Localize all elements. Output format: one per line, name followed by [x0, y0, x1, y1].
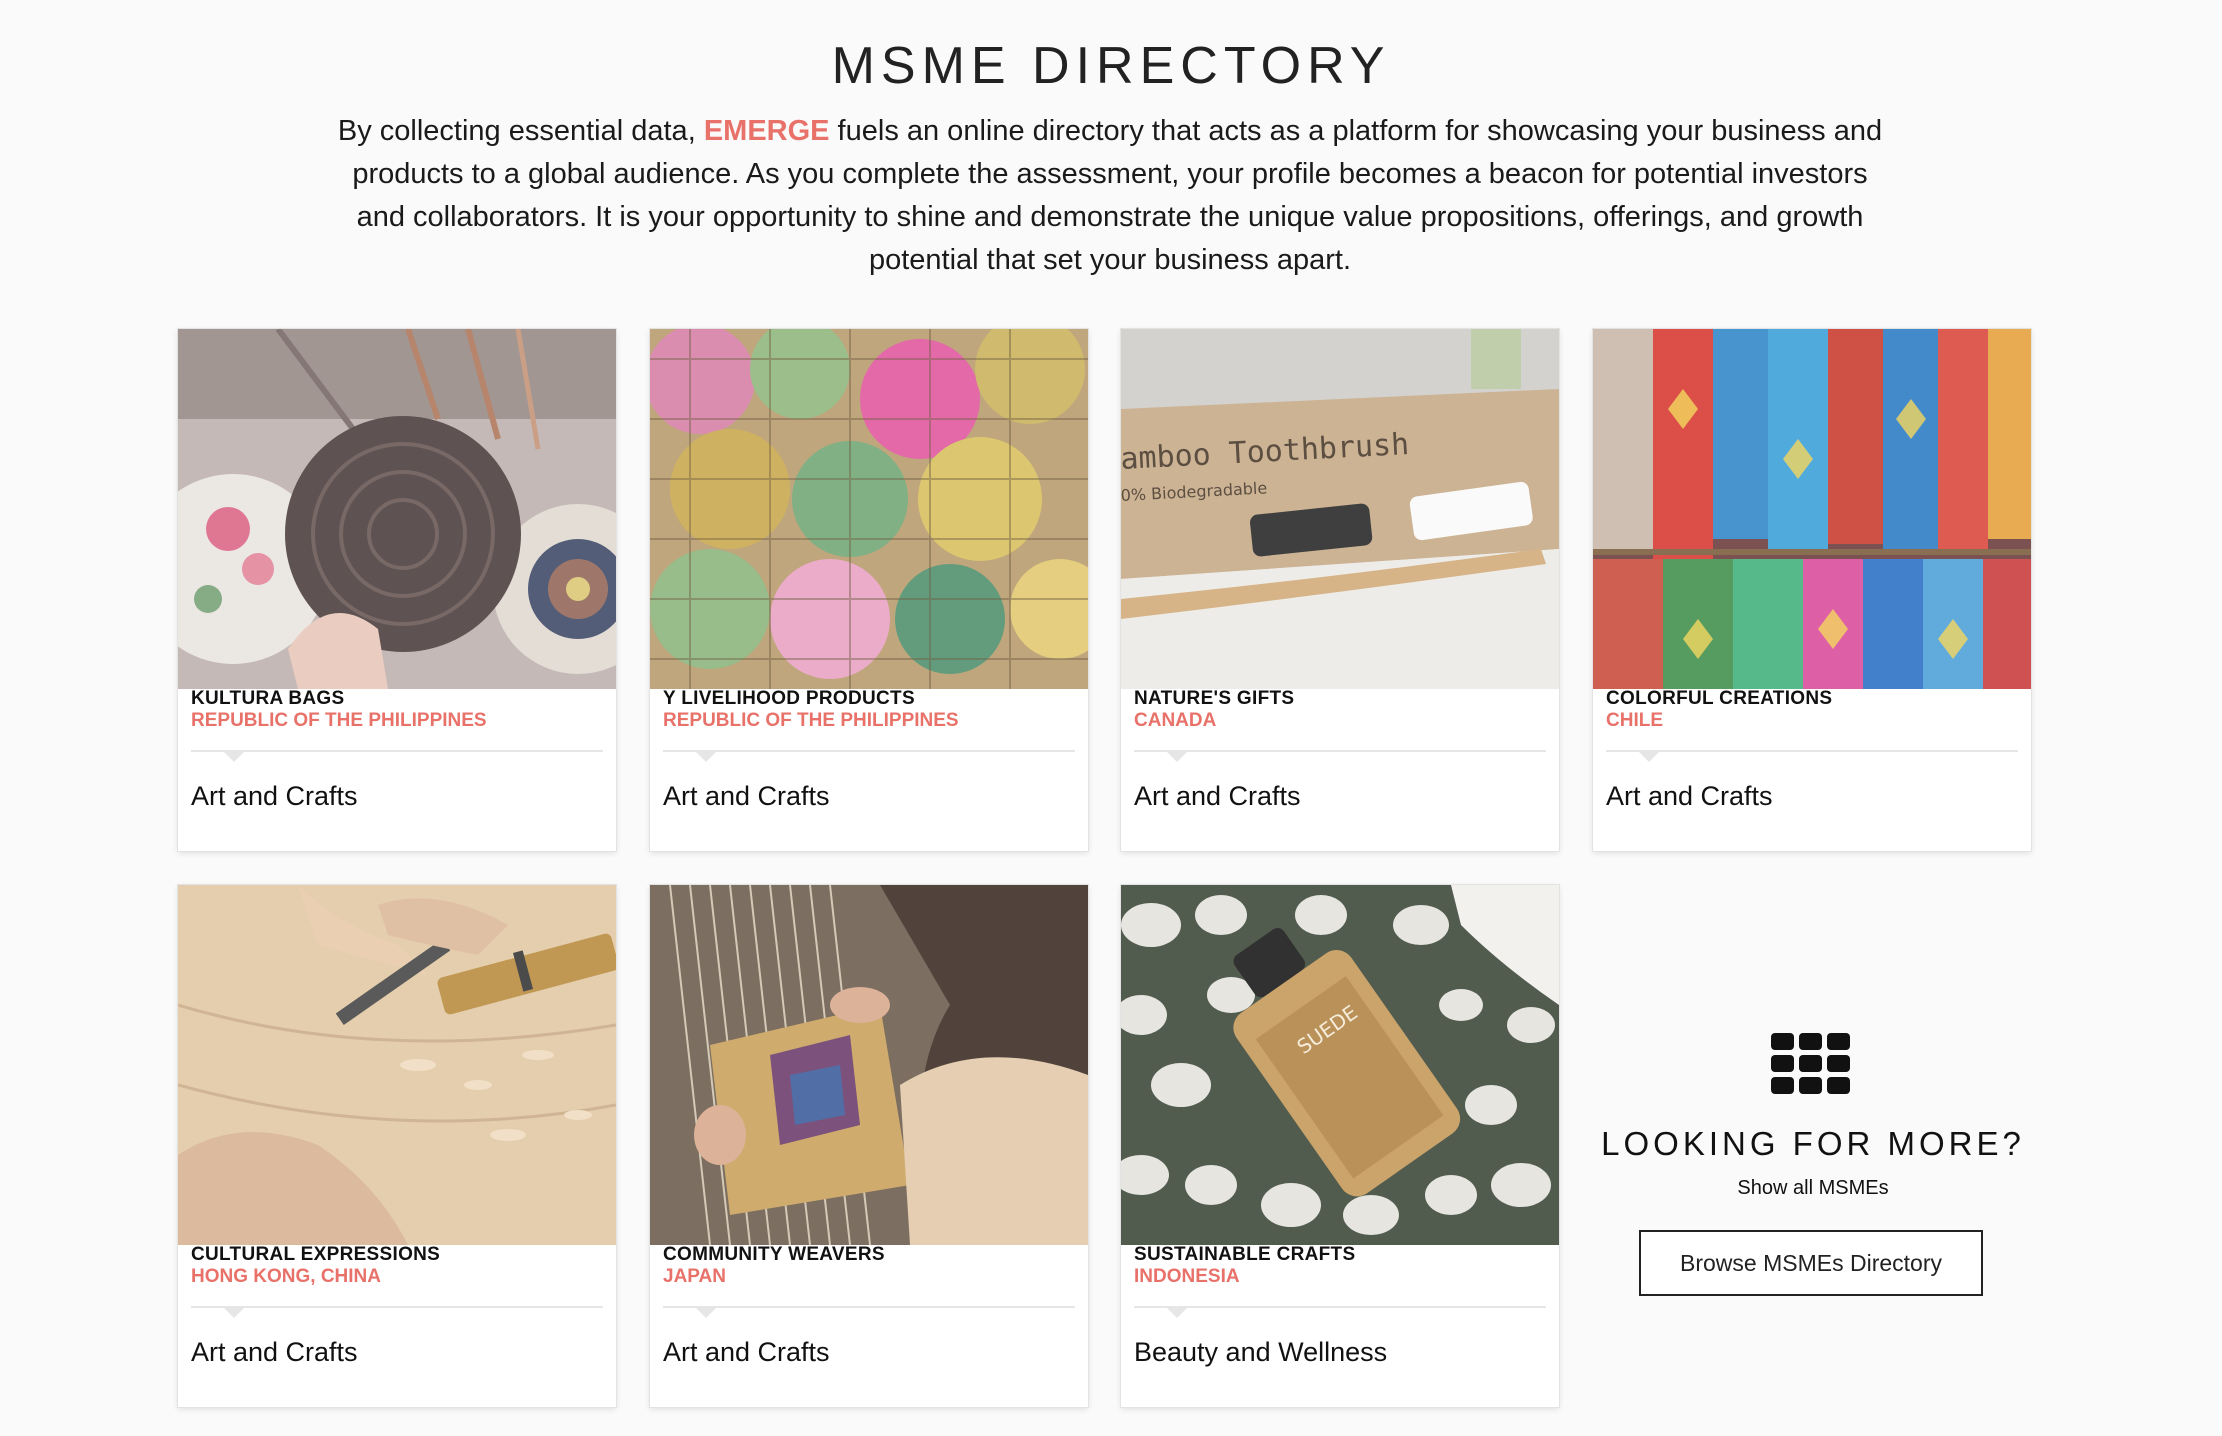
weaving-photo — [650, 885, 1088, 1245]
divider-notch-icon — [1167, 752, 1187, 762]
business-category: Art and Crafts — [191, 1337, 358, 1367]
card-divider — [1134, 750, 1546, 752]
divider-notch-icon — [696, 752, 716, 762]
textiles-photo — [1593, 329, 2031, 689]
business-category: Art and Crafts — [1606, 781, 1773, 811]
business-name[interactable]: CULTURAL EXPRESSIONS — [191, 1243, 604, 1267]
card-image-toothbrush[interactable]: amboo Toothbrush 0% Biodegradable — [1121, 329, 1559, 689]
card-image-baskets[interactable] — [650, 329, 1088, 689]
looking-for-more-panel: LOOKING FOR MORE? Show all MSMEs Browse … — [1594, 885, 2032, 1385]
business-name[interactable]: Y LIVELIHOOD PRODUCTS — [663, 687, 1076, 711]
business-country: REPUBLIC OF THE PHILIPPINES — [663, 710, 959, 731]
bottle-photo: SUEDE — [1121, 885, 1559, 1245]
business-name[interactable]: COMMUNITY WEAVERS — [663, 1243, 1076, 1267]
business-country: INDONESIA — [1134, 1266, 1240, 1287]
msme-card-cultural-expressions[interactable]: CULTURAL EXPRESSIONS HONG KONG, CHINA Ar… — [178, 885, 616, 1407]
card-image-textiles[interactable] — [1593, 329, 2031, 689]
card-divider — [1606, 750, 2018, 752]
divider-notch-icon — [224, 1308, 244, 1318]
card-image-weaving[interactable] — [650, 885, 1088, 1245]
bags-photo — [178, 329, 616, 689]
msme-directory-page: MSME DIRECTORY By collecting essential d… — [0, 0, 2222, 1436]
msme-card-community-weavers[interactable]: COMMUNITY WEAVERS JAPAN Art and Crafts — [650, 885, 1088, 1407]
divider-notch-icon — [224, 752, 244, 762]
business-category: Beauty and Wellness — [1134, 1337, 1388, 1367]
toothbrush-photo: amboo Toothbrush 0% Biodegradable — [1121, 329, 1559, 689]
business-name[interactable]: SUSTAINABLE CRAFTS — [1134, 1243, 1547, 1267]
baskets-photo — [650, 329, 1088, 689]
divider-notch-icon — [696, 1308, 716, 1318]
business-category: Art and Crafts — [663, 1337, 830, 1367]
card-image-bags[interactable] — [178, 329, 616, 689]
divider-notch-icon — [1167, 1308, 1187, 1318]
browse-directory-button[interactable]: Browse MSMEs Directory — [1639, 1230, 1983, 1296]
msme-card-natures-gifts[interactable]: amboo Toothbrush 0% Biodegradable NATURE… — [1121, 329, 1559, 851]
business-country: REPUBLIC OF THE PHILIPPINES — [191, 710, 487, 731]
msme-card-sustainable-crafts[interactable]: SUEDE SUSTAINABLE CRAFTS INDONESIA Beaut… — [1121, 885, 1559, 1407]
card-divider — [663, 750, 1075, 752]
business-category: Art and Crafts — [191, 781, 358, 811]
business-category: Art and Crafts — [663, 781, 830, 811]
msme-card-colorful-creations[interactable]: COLORFUL CREATIONS CHILE Art and Crafts — [1593, 329, 2031, 851]
business-name[interactable]: KULTURA BAGS — [191, 687, 604, 711]
looking-for-more-heading: LOOKING FOR MORE? — [1601, 1125, 2025, 1162]
msme-card-y-livelihood[interactable]: Y LIVELIHOOD PRODUCTS REPUBLIC OF THE PH… — [650, 329, 1088, 851]
intro-paragraph: By collecting essential data, EMERGE fue… — [330, 110, 1890, 282]
business-country: CANADA — [1134, 710, 1217, 731]
card-divider — [191, 750, 603, 752]
business-country: HONG KONG, CHINA — [191, 1266, 381, 1287]
business-name[interactable]: COLORFUL CREATIONS — [1606, 687, 2019, 711]
msme-card-kultura-bags[interactable]: KULTURA BAGS REPUBLIC OF THE PHILIPPINES… — [178, 329, 616, 851]
card-image-woodcarving[interactable] — [178, 885, 616, 1245]
divider-notch-icon — [1639, 752, 1659, 762]
card-image-bottle[interactable]: SUEDE — [1121, 885, 1559, 1245]
brand-name: EMERGE — [703, 115, 830, 147]
card-divider — [1134, 1306, 1546, 1308]
page-title: MSME DIRECTORY — [831, 37, 1391, 95]
show-all-msmes-text: Show all MSMEs — [1737, 1177, 1889, 1199]
grid-icon — [1771, 1033, 1851, 1095]
business-country: JAPAN — [663, 1266, 726, 1287]
business-country: CHILE — [1606, 710, 1663, 731]
intro-text-before: By collecting essential data, — [337, 115, 704, 147]
card-divider — [191, 1306, 603, 1308]
card-divider — [663, 1306, 1075, 1308]
woodcarving-photo — [178, 885, 616, 1245]
business-name[interactable]: NATURE'S GIFTS — [1134, 687, 1547, 711]
business-category: Art and Crafts — [1134, 781, 1301, 811]
